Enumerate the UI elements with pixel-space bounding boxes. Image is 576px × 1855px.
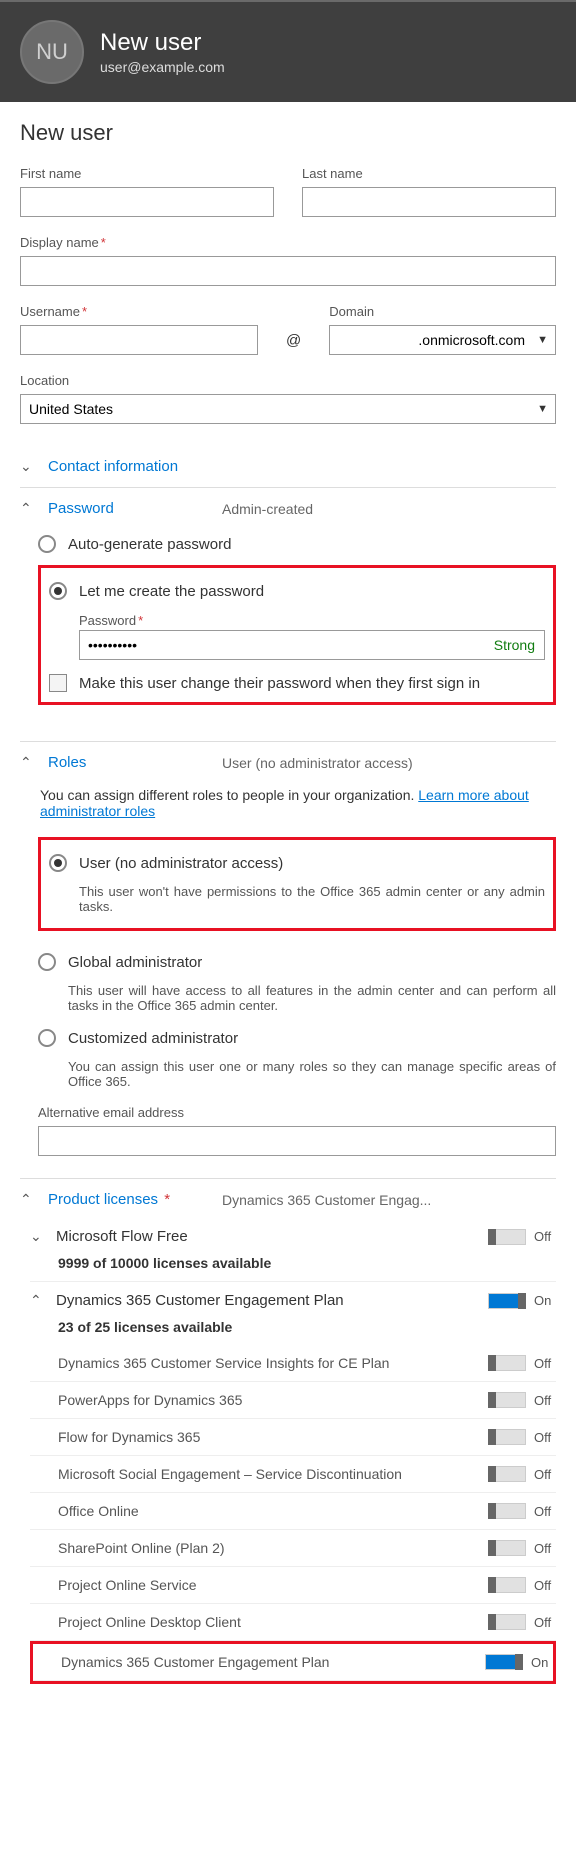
license-flow-row[interactable]: ⌄ Microsoft Flow Free Off [30,1218,556,1255]
role-custom-desc: You can assign this user one or many rol… [38,1055,556,1097]
username-label: Username* [20,304,258,319]
avatar: NU [20,20,84,84]
sublicense-name: Project Online Desktop Client [58,1614,478,1630]
sublicense-row: Flow for Dynamics 365Off [30,1419,556,1456]
licenses-section-summary: Dynamics 365 Customer Engag... [222,1192,431,1208]
sublicense-toggle[interactable] [485,1654,523,1670]
alt-email-input[interactable] [38,1126,556,1156]
sublicense-toggle[interactable] [488,1429,526,1445]
sublicense-toggle[interactable] [488,1355,526,1371]
username-input[interactable] [20,325,258,355]
sublicense-row: Project Online Desktop ClientOff [30,1604,556,1641]
sublicense-toggle[interactable] [488,1540,526,1556]
chevron-up-icon: ⌃ [20,754,34,771]
password-input[interactable] [79,630,545,660]
license-d365-row[interactable]: ⌃ Dynamics 365 Customer Engagement Plan … [30,1282,556,1319]
header-title: New user [100,29,225,57]
radio-icon [38,953,56,971]
sublicense-toggle[interactable] [488,1614,526,1630]
checkbox-icon [49,674,67,692]
roles-section-summary: User (no administrator access) [222,755,413,771]
sublicense-toggle[interactable] [488,1503,526,1519]
sublicense-highlight: Dynamics 365 Customer Engagement PlanOn [30,1641,556,1684]
auto-generate-password-option[interactable]: Auto-generate password [38,527,556,561]
chevron-down-icon: ⌄ [30,1228,46,1245]
roles-section-toggle[interactable]: ⌃ Roles User (no administrator access) [20,754,556,771]
roles-section-title: Roles [48,754,208,771]
display-name-input[interactable] [20,256,556,286]
sublicense-name: Project Online Service [58,1577,478,1593]
chevron-up-icon: ⌃ [30,1292,46,1309]
sublicense-row: Project Online ServiceOff [30,1567,556,1604]
role-global-desc: This user will have access to all featur… [38,979,556,1021]
alt-email-label: Alternative email address [38,1105,556,1120]
header-email: user@example.com [100,59,225,75]
contact-section-title: Contact information [48,458,208,475]
page-header: NU New user user@example.com [0,0,576,102]
at-symbol: @ [286,332,301,349]
sublicense-name: Office Online [58,1503,478,1519]
first-name-label: First name [20,166,274,181]
radio-icon [38,535,56,553]
sublicense-name: SharePoint Online (Plan 2) [58,1540,478,1556]
last-name-input[interactable] [302,187,556,217]
manual-password-option[interactable]: Let me create the password [49,574,545,608]
contact-section-toggle[interactable]: ⌄ Contact information [20,458,556,475]
display-name-label: Display name* [20,235,556,250]
sublicense-name: PowerApps for Dynamics 365 [58,1392,478,1408]
domain-select[interactable]: .onmicrosoft.com [329,325,556,355]
change-password-checkbox-row[interactable]: Make this user change their password whe… [49,660,545,696]
sublicense-row: Microsoft Social Engagement – Service Di… [30,1456,556,1493]
domain-label: Domain [329,304,556,319]
chevron-up-icon: ⌃ [20,1191,34,1208]
sublicense-toggle[interactable] [488,1466,526,1482]
password-strength: Strong [494,637,535,653]
sublicense-row: Dynamics 365 Customer Service Insights f… [30,1345,556,1382]
radio-icon [38,1029,56,1047]
sublicense-row: SharePoint Online (Plan 2)Off [30,1530,556,1567]
sublicense-name: Flow for Dynamics 365 [58,1429,478,1445]
chevron-up-icon: ⌃ [20,500,34,517]
page-title: New user [20,120,556,146]
roles-intro: You can assign different roles to people… [38,781,556,833]
password-highlight: Let me create the password Password* Str… [38,565,556,705]
password-label: Password* [79,613,143,628]
role-global-option[interactable]: Global administrator [38,945,556,979]
toggle-flow[interactable] [488,1229,526,1245]
sublicense-row: PowerApps for Dynamics 365Off [30,1382,556,1419]
role-user-highlight: User (no administrator access) This user… [38,837,556,931]
sublicense-row: Office OnlineOff [30,1493,556,1530]
license-flow-available: 9999 of 10000 licenses available [30,1255,556,1282]
license-d365-available: 23 of 25 licenses available [30,1319,556,1345]
password-section-title: Password [48,500,208,517]
role-user-desc: This user won't have permissions to the … [49,880,545,922]
last-name-label: Last name [302,166,556,181]
licenses-section-title: Product licenses * [48,1191,208,1208]
sublicense-name: Dynamics 365 Customer Engagement Plan [61,1654,475,1670]
password-section-summary: Admin-created [222,501,313,517]
location-select[interactable]: United States [20,394,556,424]
first-name-input[interactable] [20,187,274,217]
toggle-d365[interactable] [488,1293,526,1309]
sublicense-toggle[interactable] [488,1577,526,1593]
sublicense-row: Dynamics 365 Customer Engagement PlanOn [33,1644,553,1681]
radio-checked-icon [49,854,67,872]
chevron-down-icon: ⌄ [20,458,34,475]
sublicense-toggle[interactable] [488,1392,526,1408]
sublicense-name: Microsoft Social Engagement – Service Di… [58,1466,478,1482]
password-section-toggle[interactable]: ⌃ Password Admin-created [20,500,556,517]
licenses-section-toggle[interactable]: ⌃ Product licenses * Dynamics 365 Custom… [20,1191,556,1208]
role-user-option[interactable]: User (no administrator access) [49,846,545,880]
role-custom-option[interactable]: Customized administrator [38,1021,556,1055]
radio-checked-icon [49,582,67,600]
location-label: Location [20,373,556,388]
sublicense-name: Dynamics 365 Customer Service Insights f… [58,1355,478,1371]
